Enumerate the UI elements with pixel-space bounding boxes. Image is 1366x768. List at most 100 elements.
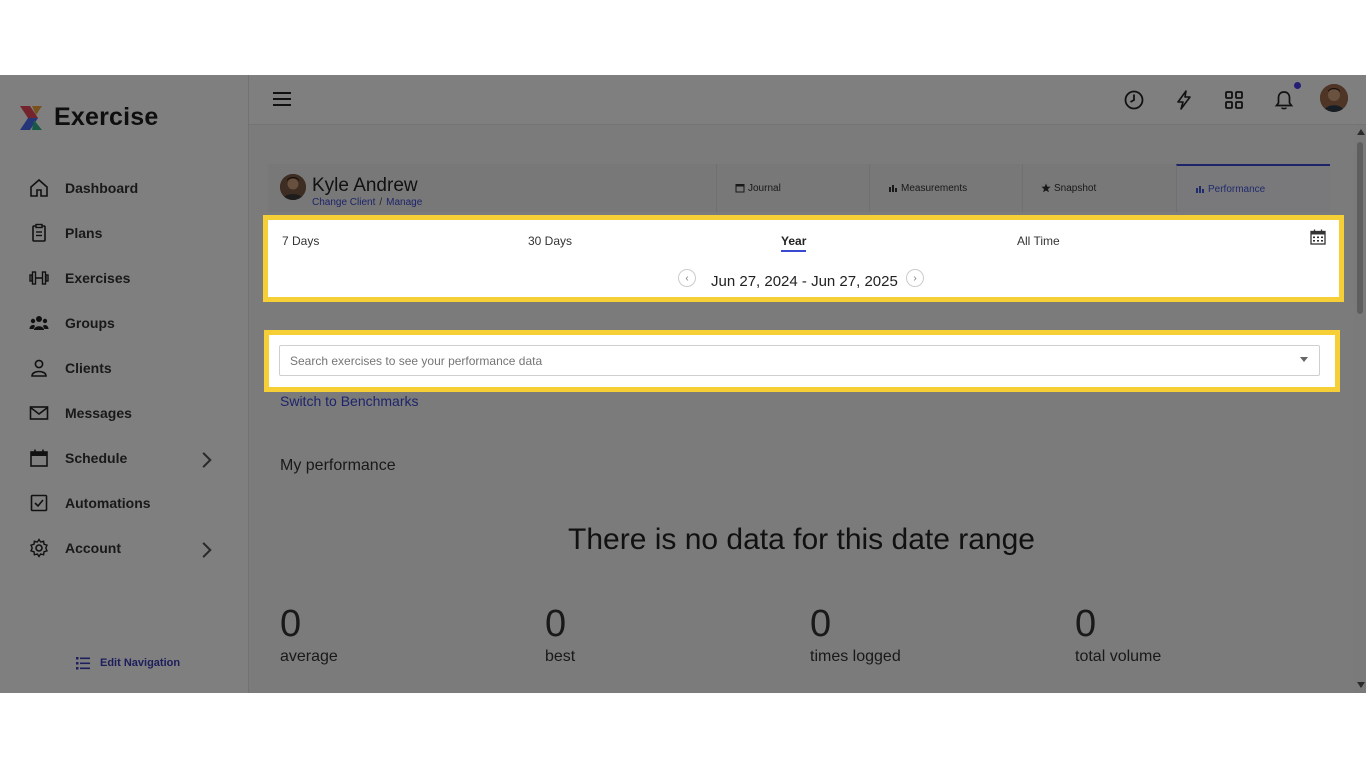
change-client-link[interactable]: Change Client bbox=[312, 197, 375, 208]
sidebar-item-clients[interactable]: Clients bbox=[0, 345, 248, 390]
scrollbar[interactable] bbox=[1354, 125, 1366, 693]
bar-chart-icon bbox=[1196, 186, 1204, 193]
sidebar-item-label: Automations bbox=[65, 494, 151, 511]
date-range-label: Jun 27, 2024 - Jun 27, 2025 bbox=[711, 273, 898, 290]
scroll-down-arrow[interactable] bbox=[1357, 682, 1365, 688]
tab-label: Journal bbox=[748, 182, 781, 194]
stat-total-volume: 0 total volume bbox=[1075, 603, 1161, 666]
list-icon bbox=[76, 657, 90, 670]
sidebar-item-label: Dashboard bbox=[65, 179, 139, 196]
tab-label: Measurements bbox=[901, 182, 968, 194]
journal-icon bbox=[735, 184, 745, 193]
stat-average: 0 average bbox=[280, 603, 338, 666]
bar-chart-icon bbox=[889, 185, 897, 192]
chevron-left-icon: ‹ bbox=[685, 272, 689, 284]
tab-performance[interactable]: Performance bbox=[1176, 164, 1330, 212]
stat-best: 0 best bbox=[545, 603, 575, 666]
user-photo bbox=[1320, 84, 1348, 112]
sidebar-item-exercises[interactable]: Exercises bbox=[0, 255, 248, 300]
sidebar-item-groups[interactable]: Groups bbox=[0, 300, 248, 345]
sidebar-item-label: Schedule bbox=[65, 449, 128, 466]
lightning-icon[interactable] bbox=[1173, 89, 1195, 111]
chevron-right-icon bbox=[202, 542, 212, 558]
tab-label: Snapshot bbox=[1054, 182, 1097, 194]
scroll-up-arrow[interactable] bbox=[1357, 129, 1365, 135]
range-option-30-days[interactable]: 30 Days bbox=[528, 234, 572, 248]
stat-label: total volume bbox=[1075, 648, 1162, 665]
exercise-search-input[interactable] bbox=[279, 345, 1320, 376]
user-avatar[interactable] bbox=[1320, 84, 1348, 112]
tab-journal[interactable]: Journal bbox=[716, 164, 869, 212]
clipboard-icon bbox=[32, 223, 46, 242]
sidebar-item-schedule[interactable]: Schedule bbox=[0, 435, 248, 480]
dropdown-caret-icon[interactable] bbox=[1300, 357, 1308, 362]
logo-icon bbox=[20, 105, 42, 130]
dumbbell-icon bbox=[29, 270, 49, 285]
user-icon bbox=[31, 359, 47, 377]
home-icon bbox=[30, 178, 48, 197]
stat-value: 0 bbox=[1075, 603, 1097, 645]
main-content: Kyle Andrew Change Client / Manage Journal… bbox=[249, 125, 1354, 693]
star-icon bbox=[1041, 183, 1051, 193]
link-separator: / bbox=[379, 197, 383, 208]
section-title: My performance bbox=[280, 457, 396, 474]
tab-measurements[interactable]: Measurements bbox=[869, 164, 1022, 212]
range-option-year[interactable]: Year bbox=[781, 234, 807, 252]
chevron-right-icon bbox=[202, 452, 212, 468]
app-name: Exercise bbox=[54, 103, 159, 131]
exercise-search-container bbox=[264, 330, 1340, 392]
sidebar-item-plans[interactable]: Plans bbox=[0, 210, 248, 255]
stat-label: average bbox=[280, 648, 338, 665]
top-bar bbox=[249, 75, 1366, 125]
gear-icon bbox=[30, 537, 48, 558]
client-photo bbox=[280, 174, 306, 200]
sidebar-item-messages[interactable]: Messages bbox=[0, 390, 248, 435]
stat-label: times logged bbox=[810, 648, 901, 665]
bell-icon[interactable] bbox=[1273, 89, 1295, 111]
sidebar-nav: Dashboard Plans Exercises Groups Clients… bbox=[0, 165, 248, 570]
notification-badge bbox=[1294, 82, 1301, 89]
switch-to-benchmarks-link[interactable]: Switch to Benchmarks bbox=[280, 393, 419, 409]
envelope-icon bbox=[29, 405, 49, 420]
range-option-7-days[interactable]: 7 Days bbox=[282, 234, 319, 248]
stat-value: 0 bbox=[545, 603, 567, 645]
sidebar-item-label: Plans bbox=[65, 224, 103, 241]
next-range-button[interactable]: › bbox=[906, 269, 924, 287]
sidebar: Exercise Dashboard Plans Exercises Group… bbox=[0, 75, 249, 693]
client-avatar bbox=[280, 174, 306, 200]
stat-label: best bbox=[545, 648, 576, 665]
sidebar-item-automations[interactable]: Automations bbox=[0, 480, 248, 525]
range-option-all-time[interactable]: All Time bbox=[1017, 234, 1060, 248]
previous-range-button[interactable]: ‹ bbox=[678, 269, 696, 287]
calendar-icon[interactable] bbox=[1310, 229, 1326, 245]
sidebar-item-label: Account bbox=[65, 539, 121, 556]
edit-navigation-button[interactable]: Edit Navigation bbox=[75, 655, 180, 671]
stat-times-logged: 0 times logged bbox=[810, 603, 901, 666]
scroll-thumb[interactable] bbox=[1357, 142, 1363, 314]
calendar-icon bbox=[30, 449, 48, 467]
users-icon bbox=[29, 315, 49, 330]
sidebar-item-dashboard[interactable]: Dashboard bbox=[0, 165, 248, 210]
tab-snapshot[interactable]: Snapshot bbox=[1022, 164, 1176, 212]
client-header: Kyle Andrew Change Client / Manage Journal… bbox=[268, 164, 1330, 212]
hamburger-menu-icon[interactable] bbox=[272, 90, 292, 108]
manage-link[interactable]: Manage bbox=[386, 197, 422, 208]
sidebar-item-account[interactable]: Account bbox=[0, 525, 248, 570]
sidebar-item-label: Messages bbox=[65, 404, 132, 421]
clock-icon[interactable] bbox=[1123, 89, 1145, 111]
apps-grid-icon[interactable] bbox=[1223, 89, 1245, 111]
stat-value: 0 bbox=[280, 603, 302, 645]
sidebar-item-label: Clients bbox=[65, 359, 112, 376]
edit-navigation-label: Edit Navigation bbox=[100, 657, 181, 669]
stat-value: 0 bbox=[810, 603, 832, 645]
client-links: Change Client / Manage bbox=[312, 197, 422, 208]
chevron-right-icon: › bbox=[913, 272, 917, 284]
date-range-selector: 7 Days 30 Days Year All Time ‹ Jun 27, 2… bbox=[263, 215, 1344, 302]
empty-state-message: There is no data for this date range bbox=[568, 523, 1035, 556]
sidebar-item-label: Groups bbox=[65, 314, 115, 331]
checkbox-icon bbox=[30, 494, 48, 511]
client-name: Kyle Andrew bbox=[312, 175, 418, 196]
tab-label: Performance bbox=[1208, 183, 1266, 195]
sidebar-item-label: Exercises bbox=[65, 269, 131, 286]
app-logo[interactable]: Exercise bbox=[18, 103, 158, 132]
